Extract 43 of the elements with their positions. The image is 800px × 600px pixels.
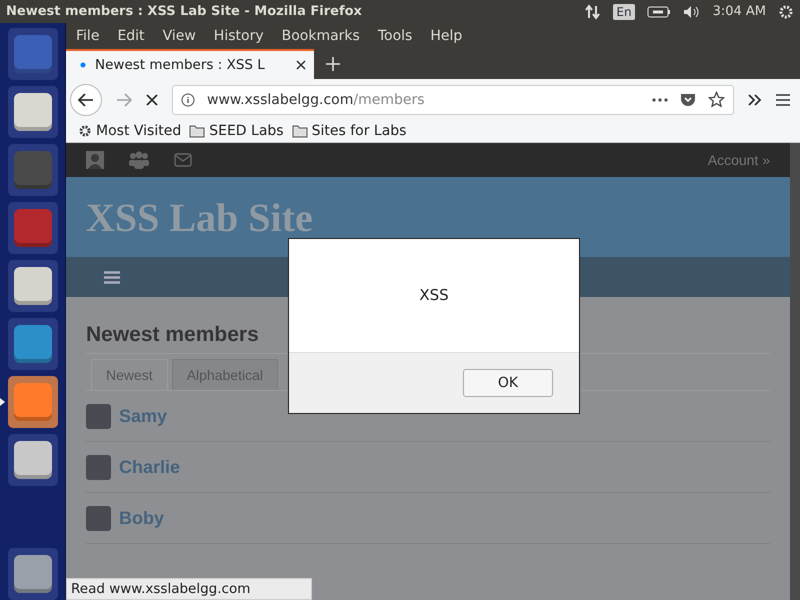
- envelope-icon[interactable]: [174, 153, 192, 167]
- menu-item[interactable]: View: [162, 28, 196, 44]
- clock[interactable]: 3:04 AM: [712, 4, 766, 19]
- close-icon[interactable]: [296, 60, 306, 70]
- loading-dot-icon: [80, 62, 86, 68]
- back-arrow-icon: [78, 92, 94, 106]
- tab-title: Newest members : XSS L: [95, 57, 266, 73]
- menu-item[interactable]: History: [214, 28, 264, 44]
- star-icon[interactable]: [708, 91, 725, 108]
- network-arrows-icon[interactable]: [585, 4, 602, 20]
- more-dots-icon[interactable]: [652, 98, 668, 102]
- pocket-icon[interactable]: [680, 92, 696, 108]
- info-icon[interactable]: [181, 92, 195, 106]
- overflow-chevron-icon[interactable]: [748, 94, 762, 106]
- gear-icon: [78, 124, 92, 138]
- alert-message: XSS: [419, 286, 449, 306]
- battery-icon[interactable]: [646, 6, 671, 18]
- menu-item[interactable]: Help: [430, 28, 462, 44]
- avatar-placeholder: [86, 454, 111, 480]
- stop-icon[interactable]: [146, 94, 158, 106]
- back-button[interactable]: [70, 84, 102, 116]
- power-gear-icon[interactable]: [778, 4, 794, 20]
- people-icon[interactable]: [128, 151, 150, 169]
- browser-tab[interactable]: Newest members : XSS L: [66, 49, 314, 79]
- keyboard-layout-indicator[interactable]: En: [613, 4, 635, 20]
- menu-item[interactable]: Edit: [117, 28, 145, 44]
- bookmark-link[interactable]: Sites for Labs: [312, 123, 406, 139]
- address-bar[interactable]: www.xsslabelgg.com/members: [172, 84, 734, 114]
- window-title: Newest members : XSS Lab Site - Mozilla Firefox: [6, 4, 362, 19]
- new-tab-icon[interactable]: [326, 57, 340, 71]
- avatar-placeholder: [86, 404, 111, 428]
- menu-item[interactable]: File: [76, 28, 100, 44]
- menu-icon[interactable]: [776, 94, 790, 106]
- avatar-placeholder: [86, 506, 111, 530]
- folder-icon: [189, 124, 206, 138]
- bookmark-link[interactable]: Most Visited: [96, 123, 182, 139]
- folder-icon: [292, 124, 308, 138]
- ok-button[interactable]: OK: [463, 369, 553, 397]
- menu-item[interactable]: Tools: [378, 28, 412, 44]
- bookmark-link[interactable]: SEED Labs: [209, 123, 284, 139]
- volume-icon[interactable]: [682, 4, 701, 18]
- menu-item[interactable]: Bookmarks: [282, 28, 360, 44]
- status-tooltip: Read www.xsslabelgg.com: [66, 578, 312, 600]
